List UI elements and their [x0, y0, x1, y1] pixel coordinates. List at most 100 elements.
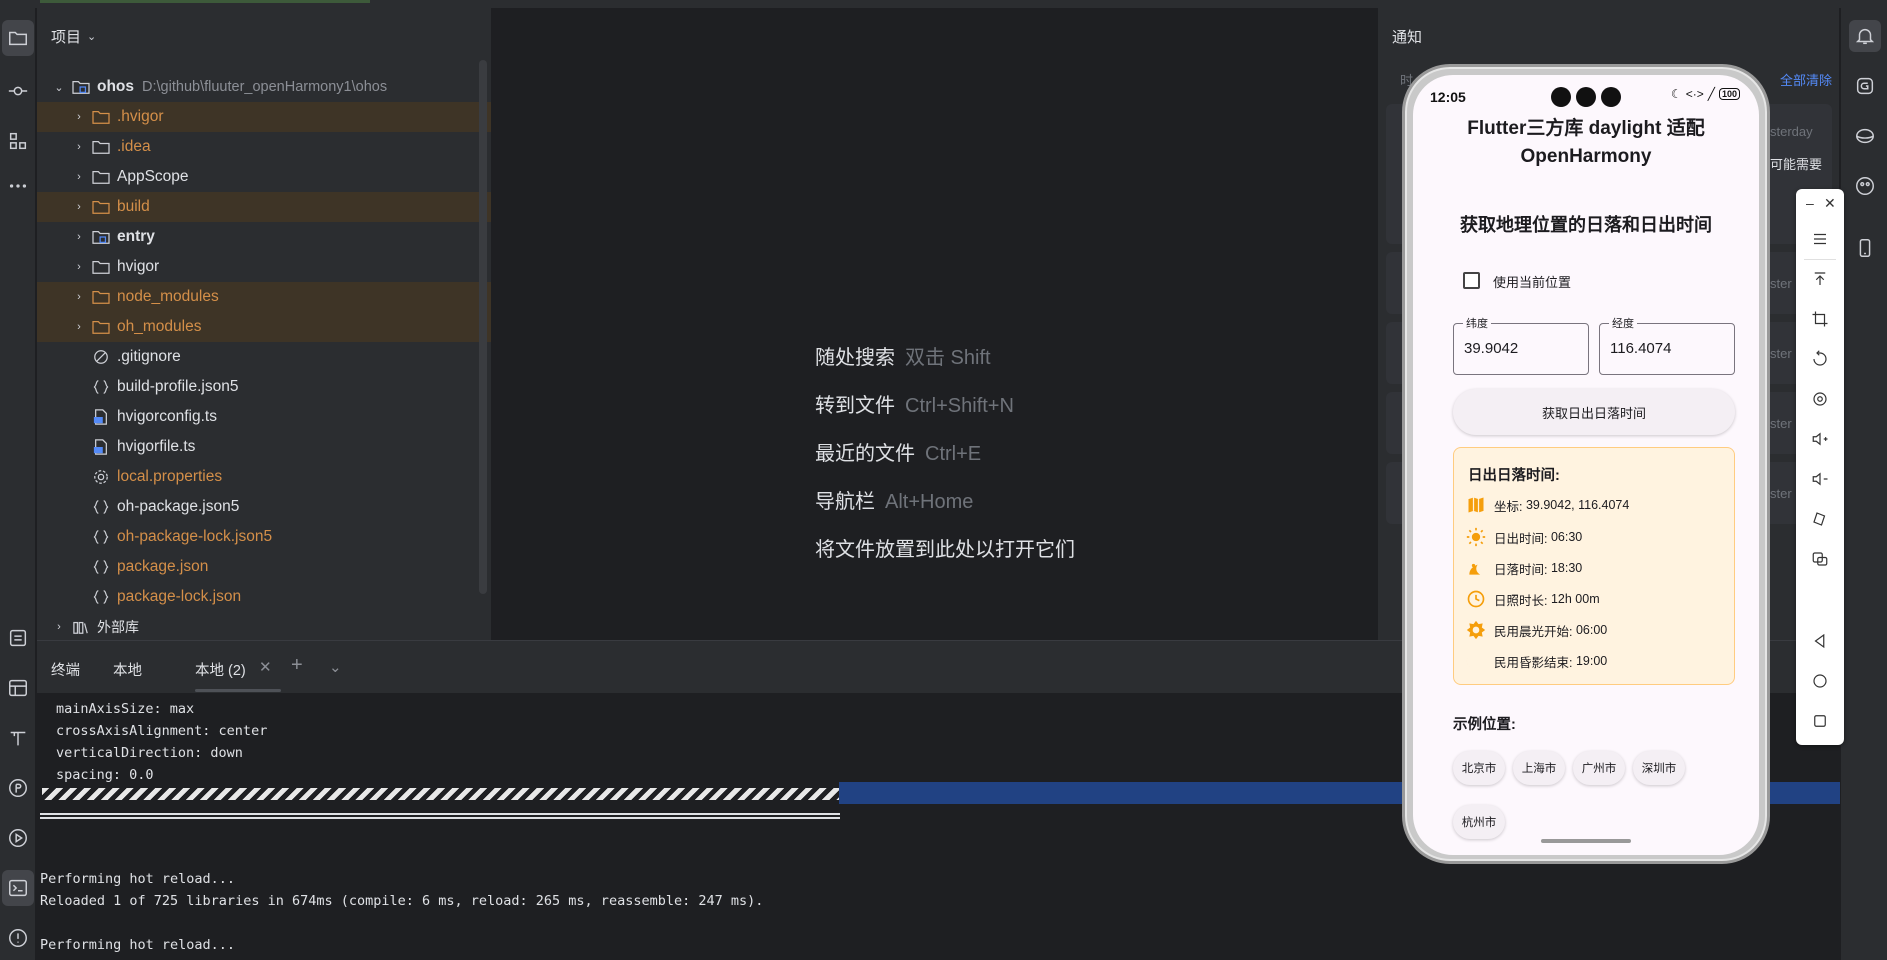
terminal-rule — [40, 817, 840, 819]
plugins-icon[interactable] — [1849, 170, 1881, 202]
profiler-icon[interactable] — [0, 770, 36, 806]
run-icon[interactable] — [0, 820, 36, 856]
minimize-icon[interactable]: – — [1806, 195, 1814, 211]
gradle-icon[interactable] — [1849, 70, 1881, 102]
chevron-right-icon[interactable]: › — [71, 141, 87, 153]
chevron-right-icon[interactable]: › — [71, 111, 87, 123]
result-value: 19:00 — [1575, 654, 1608, 668]
close-icon[interactable]: ✕ — [1824, 195, 1836, 212]
project-folder-icon[interactable] — [2, 20, 34, 56]
terminal-log-line: Performing hot reload... — [40, 937, 236, 953]
chevron-right-icon[interactable]: › — [71, 321, 87, 333]
terminal-title: 终端 — [51, 663, 80, 679]
home-indicator[interactable] — [1541, 839, 1631, 843]
clear-all-link[interactable]: 全部清除 — [1780, 70, 1832, 89]
tree-label: entry — [117, 228, 155, 245]
camera-icon — [1601, 87, 1621, 107]
chevron-right-icon[interactable]: › — [71, 201, 87, 213]
result-row-sunrise: 日出时间: 06:30 — [1466, 526, 1582, 548]
tree-row-package-lock[interactable]: package-lock.json — [37, 582, 491, 612]
use-current-location-checkbox[interactable] — [1463, 272, 1480, 289]
tree-row-oh-modules[interactable]: › oh_modules — [37, 312, 491, 342]
home-icon[interactable] — [1808, 669, 1832, 693]
tree-row-build[interactable]: › build — [37, 192, 491, 222]
chevron-right-icon[interactable]: › — [51, 621, 67, 633]
editor-empty-area[interactable]: 随处搜索 双击 Shift 转到文件 Ctrl+Shift+N 最近的文件 Ctrl+… — [492, 8, 1377, 640]
layout-icon[interactable] — [0, 670, 36, 706]
tree-row-appscope[interactable]: › AppScope — [37, 162, 491, 192]
crop-icon[interactable] — [1808, 307, 1832, 331]
code-icon: <·> — [1685, 87, 1704, 101]
chevron-right-icon[interactable]: › — [71, 231, 87, 243]
tree-row-gitignore[interactable]: .gitignore — [37, 342, 491, 372]
close-icon[interactable]: ✕ — [259, 658, 272, 676]
tree-row-hvigorconfig[interactable]: hvigorconfig.ts — [37, 402, 491, 432]
chevron-right-icon[interactable]: › — [71, 171, 87, 183]
multi-window-icon[interactable] — [1808, 547, 1832, 571]
terminal-icon[interactable] — [2, 870, 34, 906]
tree-row-hvigor[interactable]: › hvigor — [37, 252, 491, 282]
notifications-bell-icon[interactable] — [1849, 20, 1881, 52]
result-label: 民用晨光开始: — [1494, 624, 1573, 639]
tree-row-node-modules[interactable]: › node_modules — [37, 282, 491, 312]
menu-icon[interactable] — [1808, 227, 1832, 251]
volume-down-icon[interactable] — [1808, 467, 1832, 491]
hint-label: 随处搜索 — [815, 347, 895, 369]
chevron-right-icon[interactable]: › — [71, 261, 87, 273]
get-sun-times-button[interactable]: 获取日出日落时间 — [1453, 389, 1735, 435]
terminal-line: spacing: 0.0 — [56, 767, 154, 783]
todo-icon[interactable] — [0, 620, 36, 656]
commit-icon[interactable] — [0, 73, 36, 109]
tree-scrollbar[interactable] — [479, 60, 487, 594]
tree-row-external-libraries[interactable]: › 外部库 — [37, 612, 491, 642]
example-chip-guangzhou[interactable]: 广州市 — [1573, 751, 1625, 785]
tree-row-idea[interactable]: › .idea — [37, 132, 491, 162]
location-icon[interactable] — [1808, 387, 1832, 411]
tree-label: .idea — [117, 138, 151, 155]
tree-row-oh-package-lock[interactable]: oh-package-lock.json5 — [37, 522, 491, 552]
longitude-field[interactable]: 经度 116.4074 — [1599, 315, 1735, 375]
build-icon[interactable] — [0, 720, 36, 756]
tree-row-build-profile[interactable]: build-profile.json5 — [37, 372, 491, 402]
project-header[interactable]: 项目 ⌄ — [51, 24, 96, 48]
example-chip-shenzhen[interactable]: 深圳市 — [1633, 751, 1685, 785]
chevron-right-icon[interactable]: › — [71, 291, 87, 303]
chevron-down-icon[interactable]: ⌄ — [329, 658, 342, 676]
project-header-label: 项目 — [51, 28, 82, 46]
pin-top-icon[interactable] — [1808, 267, 1832, 291]
example-chip-hangzhou[interactable]: 杭州市 — [1453, 805, 1505, 839]
tree-row-root[interactable]: ⌄ ohos D:\github\fluuter_openHarmony1\oh… — [37, 72, 491, 102]
volume-up-icon[interactable] — [1808, 427, 1832, 451]
device-screen[interactable]: 12:05 ☾ <·> ╱ 100 Flutter三方库 daylight 适配… — [1413, 75, 1759, 855]
rotate-icon[interactable] — [1808, 347, 1832, 371]
more-icon[interactable] — [0, 168, 36, 204]
example-chip-shanghai[interactable]: 上海市 — [1513, 751, 1565, 785]
tab-local[interactable]: 本地 — [113, 659, 142, 680]
ignore-file-icon — [91, 348, 111, 366]
tree-label: .gitignore — [117, 348, 181, 365]
tree-row-oh-package[interactable]: oh-package.json5 — [37, 492, 491, 522]
moon-icon: ☾ — [1671, 87, 1682, 101]
latitude-field[interactable]: 纬度 39.9042 — [1453, 315, 1589, 375]
left-tool-window-bar — [0, 8, 36, 960]
chevron-down-icon[interactable]: ⌄ — [51, 81, 67, 94]
add-tab-icon[interactable]: + — [291, 654, 303, 677]
hint-label: 将文件放置到此处以打开它们 — [815, 539, 1075, 561]
result-card: 日出日落时间: 坐标: 39.9042, 116.4074 日出时间: 06:3… — [1453, 447, 1735, 685]
folder-icon — [91, 258, 111, 276]
example-chip-beijing[interactable]: 北京市 — [1453, 751, 1505, 785]
back-icon[interactable] — [1808, 629, 1832, 653]
recents-icon[interactable] — [1808, 709, 1832, 733]
screenshot-icon[interactable] — [1808, 507, 1832, 531]
tree-row-entry[interactable]: › entry — [37, 222, 491, 252]
tree-row-hvigorfile[interactable]: hvigorfile.ts — [37, 432, 491, 462]
device-manager-icon[interactable] — [1849, 232, 1881, 264]
tree-row-hvigor-hidden[interactable]: › .hvigor — [37, 102, 491, 132]
database-icon[interactable] — [1849, 120, 1881, 152]
tree-row-local-properties[interactable]: local.properties — [37, 462, 491, 492]
problems-icon[interactable] — [0, 920, 36, 956]
tab-local-2[interactable]: 本地 (2) — [195, 659, 246, 680]
tree-label: AppScope — [117, 168, 189, 185]
tree-row-package-json[interactable]: package.json — [37, 552, 491, 582]
structure-icon[interactable] — [0, 123, 36, 159]
